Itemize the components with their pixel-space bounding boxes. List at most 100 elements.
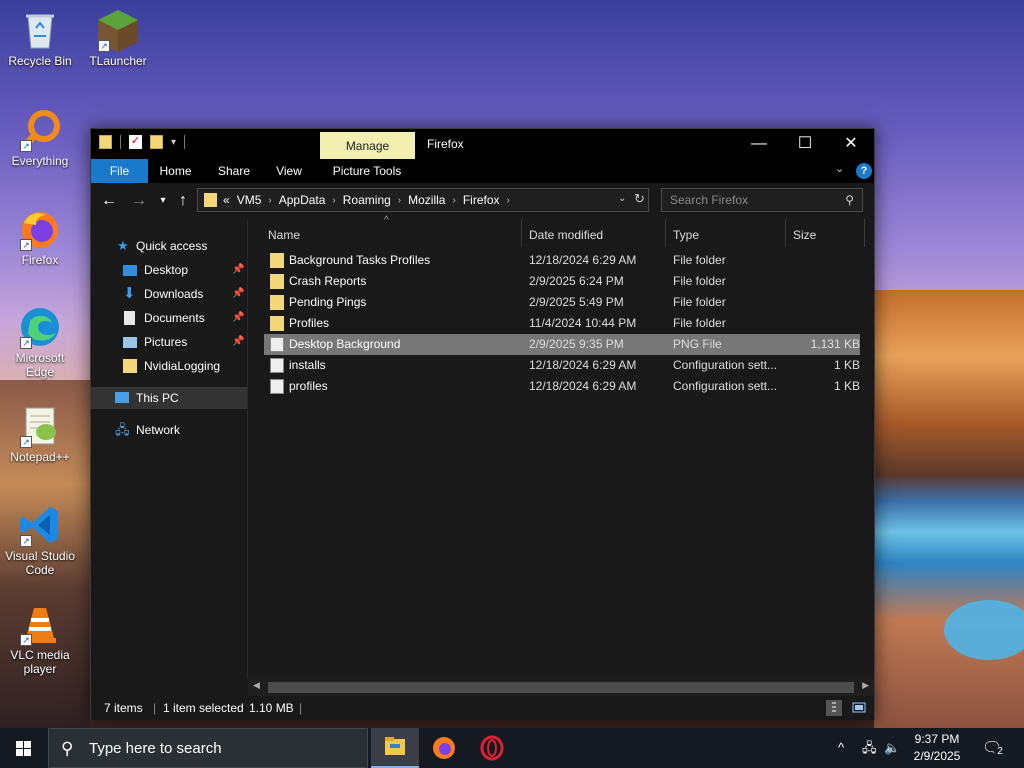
breadcrumb-separator-icon[interactable]: › (332, 195, 335, 206)
properties-icon[interactable]: ✓ (129, 135, 142, 149)
breadcrumb-firefox[interactable]: Firefox (463, 193, 500, 207)
pin-icon[interactable]: 📌 (232, 307, 244, 329)
customize-toolbar-icon[interactable]: ▾ (171, 137, 176, 148)
shortcut-arrow-icon: ↗ (20, 535, 32, 547)
pin-icon[interactable]: 📌 (232, 331, 244, 353)
table-row[interactable]: Pending Pings 2/9/2025 5:49 PM File fold… (264, 292, 860, 313)
desktop-icon-firefox[interactable]: ↗ Firefox (0, 207, 80, 267)
desktop-icon-vscode[interactable]: ↗ Visual Studio Code (0, 503, 80, 577)
desktop-icon-vlc[interactable]: ↗ VLC media player (0, 602, 80, 676)
table-row[interactable]: Background Tasks Profiles 12/18/2024 6:2… (264, 250, 860, 271)
address-bar[interactable]: « VM5 › AppData › Roaming › Mozilla › Firefo… (197, 188, 649, 212)
table-row[interactable]: Desktop Background 2/9/2025 9:35 PM PNG … (264, 334, 860, 355)
breadcrumb-appdata[interactable]: AppData (279, 193, 326, 207)
tab-share[interactable]: Share (211, 159, 257, 183)
shortcut-arrow-icon: ↗ (20, 634, 32, 646)
notifications-icon[interactable]: 🗨 2 (982, 738, 1006, 758)
nav-item-downloads[interactable]: ⬇ Downloads 📌 (91, 283, 247, 305)
up-button[interactable]: ↑ (173, 192, 193, 210)
back-button[interactable]: ← (99, 192, 119, 210)
nav-item-documents[interactable]: Documents 📌 (91, 307, 247, 329)
manage-context-tab[interactable]: Manage (320, 132, 415, 159)
breadcrumb-separator-icon[interactable]: › (398, 195, 401, 206)
desktop-icon-tlauncher[interactable]: ↗ TLauncher (78, 8, 158, 68)
taskbar-clock[interactable]: 9:37 PM 2/9/2025 (904, 731, 970, 765)
column-header-name[interactable]: Name (268, 223, 300, 247)
details-view-icon[interactable] (826, 700, 842, 716)
maximize-button[interactable]: ☐ (782, 129, 828, 159)
breadcrumb-separator-icon[interactable]: › (268, 195, 271, 206)
column-divider[interactable] (521, 219, 522, 247)
refresh-icon[interactable]: ↻ (634, 191, 645, 207)
column-header-type[interactable]: Type (673, 223, 699, 247)
new-folder-icon[interactable] (150, 135, 163, 149)
nav-label: Desktop (144, 263, 189, 277)
pin-icon[interactable]: 📌 (232, 283, 244, 305)
help-icon[interactable]: ? (856, 163, 872, 179)
desktop-icon-everything[interactable]: ↗ Everything (0, 108, 80, 168)
nav-this-pc[interactable]: This PC (91, 387, 247, 409)
nav-network[interactable]: 🖧 Network (91, 419, 247, 441)
volume-muted-icon[interactable]: 🔈 (884, 728, 900, 768)
search-input[interactable]: Search Firefox ⚲ (661, 188, 863, 212)
nav-item-desktop[interactable]: Desktop 📌 (91, 259, 247, 281)
navigation-pane: ★ Quick access Desktop 📌 ⬇ Downloads 📌 D… (91, 219, 247, 679)
horizontal-scrollbar[interactable]: ◀ ▶ (248, 679, 874, 696)
tab-view[interactable]: View (269, 159, 309, 183)
opera-icon (480, 735, 504, 761)
desktop-icon-recycle-bin[interactable]: Recycle Bin (0, 8, 80, 68)
folder-icon (270, 253, 284, 268)
pin-icon[interactable]: 📌 (232, 259, 244, 281)
table-row[interactable]: profiles 12/18/2024 6:29 AM Configuratio… (264, 376, 860, 397)
forward-button[interactable]: → (129, 192, 149, 210)
column-header-size[interactable]: Size (793, 223, 816, 247)
start-button[interactable] (0, 728, 48, 768)
shortcut-arrow-icon: ↗ (20, 140, 32, 152)
folder-icon (204, 193, 217, 207)
scrollbar-thumb[interactable] (268, 682, 854, 693)
scroll-right-icon[interactable]: ▶ (862, 680, 869, 691)
breadcrumb-mozilla[interactable]: Mozilla (408, 193, 445, 207)
breadcrumb-roaming[interactable]: Roaming (343, 193, 391, 207)
desktop-icon-edge[interactable]: ↗ Microsoft Edge (0, 305, 80, 379)
table-row[interactable]: Profiles 11/4/2024 10:44 PM File folder (264, 313, 860, 334)
breadcrumb-separator-icon[interactable]: › (507, 195, 510, 206)
nav-item-nvidialogging[interactable]: NvidiaLogging (91, 355, 247, 377)
nav-item-pictures[interactable]: Pictures 📌 (91, 331, 247, 353)
taskbar-firefox[interactable] (420, 728, 468, 768)
recent-locations-icon[interactable]: ▾ (153, 195, 173, 206)
column-divider[interactable] (864, 219, 865, 247)
tab-picture-tools[interactable]: Picture Tools (324, 159, 410, 183)
scroll-left-icon[interactable]: ◀ (253, 680, 260, 691)
image-file-icon (270, 337, 284, 352)
tab-file[interactable]: File (91, 159, 148, 183)
expand-ribbon-icon[interactable]: ⌄ (835, 162, 844, 175)
tab-home[interactable]: Home (153, 159, 198, 183)
address-dropdown-icon[interactable]: ⌄ (618, 193, 626, 204)
desktop-icon-label: Notepad++ (10, 450, 70, 464)
file-type: File folder (673, 316, 726, 330)
column-header-date[interactable]: Date modified (529, 223, 603, 247)
table-row[interactable]: Crash Reports 2/9/2025 6:24 PM File fold… (264, 271, 860, 292)
search-icon: ⚲ (61, 739, 74, 758)
table-row[interactable]: installs 12/18/2024 6:29 AM Configuratio… (264, 355, 860, 376)
taskbar-opera[interactable] (468, 728, 516, 768)
breadcrumb-vm5[interactable]: VM5 (237, 193, 262, 207)
nav-label: NvidiaLogging (144, 359, 221, 373)
show-hidden-icons-icon[interactable]: ^ (838, 728, 844, 768)
breadcrumb-overflow[interactable]: « (223, 193, 230, 207)
taskbar-file-explorer[interactable] (371, 728, 419, 768)
file-date: 12/18/2024 6:29 AM (529, 358, 637, 372)
close-button[interactable]: ✕ (828, 129, 874, 159)
shortcut-arrow-icon: ↗ (20, 239, 32, 251)
network-status-icon[interactable]: 🖧 (862, 728, 877, 768)
column-divider[interactable] (665, 219, 666, 247)
minimize-button[interactable]: — (736, 129, 782, 159)
desktop-icon-notepadpp[interactable]: ↗ Notepad++ (0, 404, 80, 464)
nav-label: Downloads (144, 287, 204, 301)
taskbar-search-input[interactable]: ⚲ Type here to search (48, 728, 368, 768)
column-divider[interactable] (785, 219, 786, 247)
breadcrumb-separator-icon[interactable]: › (452, 195, 455, 206)
nav-quick-access[interactable]: ★ Quick access (91, 235, 247, 257)
large-icons-view-icon[interactable] (851, 700, 867, 716)
